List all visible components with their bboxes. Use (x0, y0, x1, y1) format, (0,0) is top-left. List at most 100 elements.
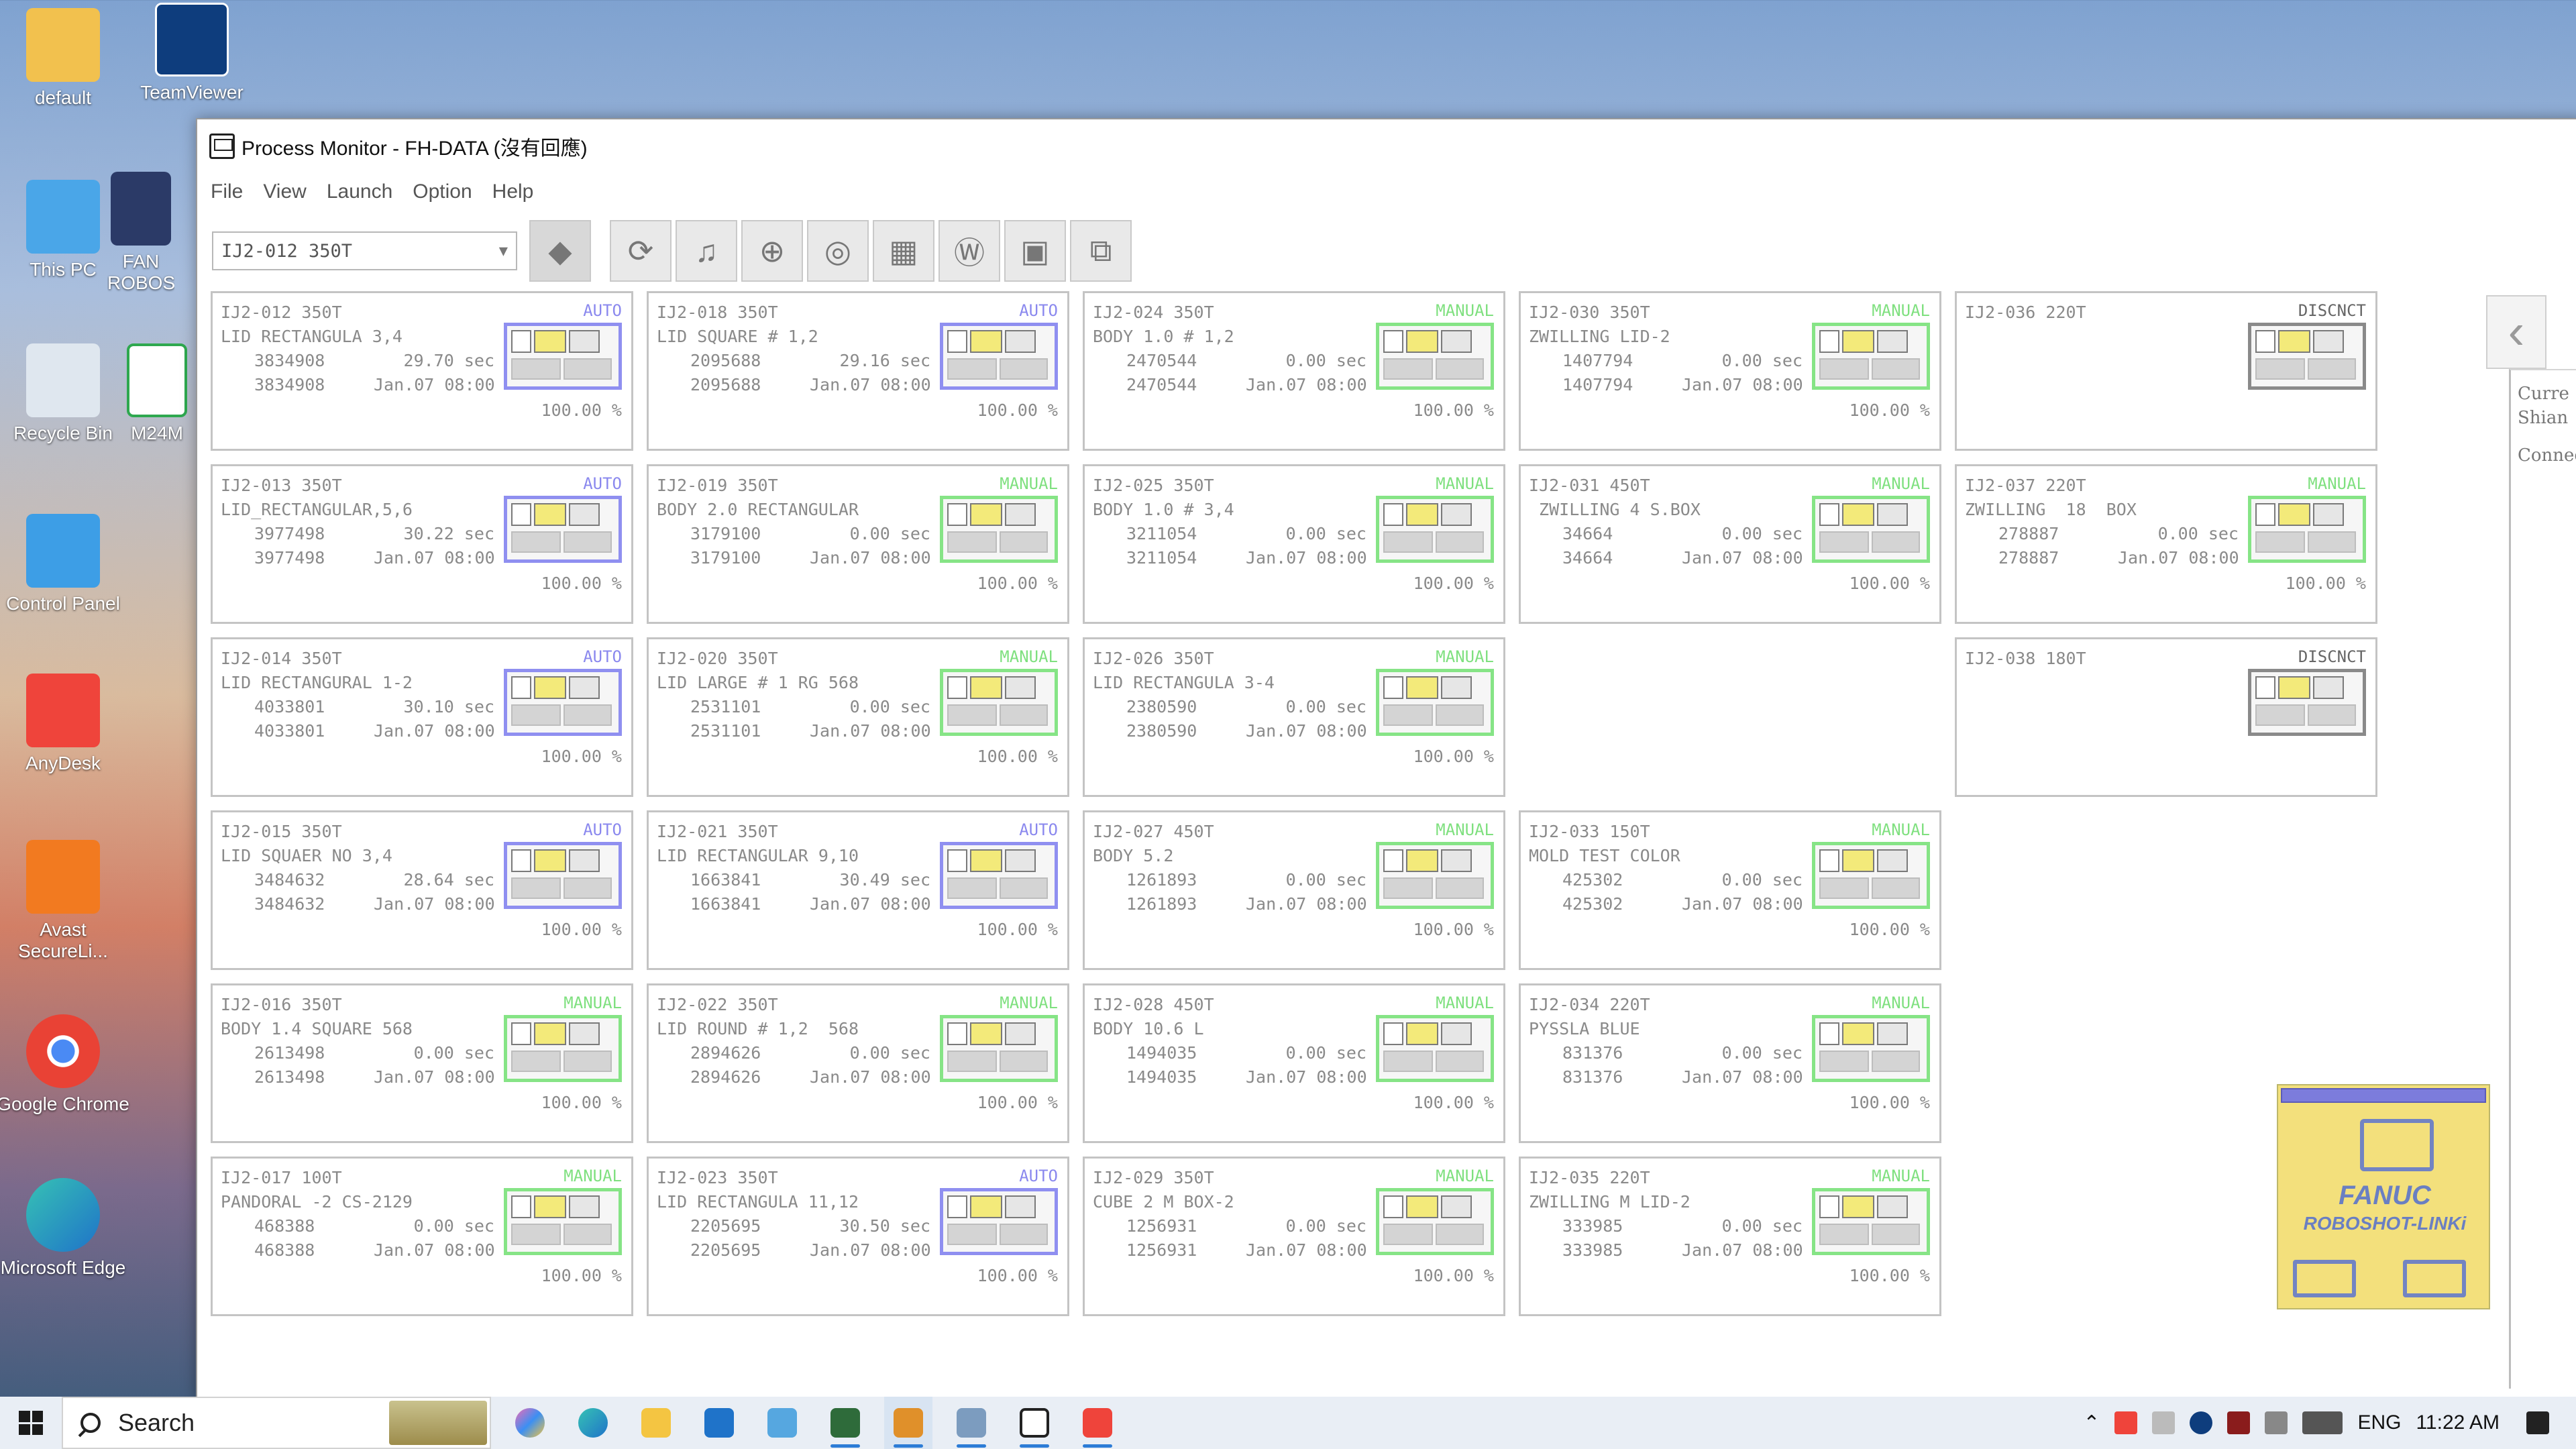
machine-panel[interactable]: IJ2-031 450T MANUAL ZWILLING 4 S.BOX 34664… (1519, 464, 1941, 624)
machine-panel[interactable]: IJ2-012 350T AUTO LID RECTANGULA 3,4 383490… (211, 291, 633, 451)
total-shot-count: 278887 (1998, 548, 2059, 568)
machine-panel[interactable]: IJ2-024 350T MANUAL BODY 1.0 # 1,2 2470544 0… (1083, 291, 1505, 451)
timestamp: Jan.07 08:00 (374, 375, 495, 394)
weight-button[interactable]: Ⓦ (938, 220, 1000, 282)
desktop-icon-chrome[interactable]: Google Chrome (0, 1014, 130, 1115)
taskbar-search[interactable]: Search (62, 1397, 491, 1449)
taskbar-mail[interactable] (695, 1397, 743, 1449)
network-icon: ⧉ (1089, 233, 1112, 268)
desktop-icon-control-panel[interactable]: Control Panel (0, 514, 130, 614)
keyboard-tray-icon[interactable] (2302, 1411, 2343, 1434)
machine-panel[interactable]: IJ2-026 350T MANUAL LID RECTANGULA 3-4 2380… (1083, 637, 1505, 797)
timestamp: Jan.07 08:00 (374, 721, 495, 741)
taskbar-file-explorer[interactable] (632, 1397, 680, 1449)
desktop-icon-avast[interactable]: Avast SecureLi... (0, 840, 130, 962)
menu-view[interactable]: View (263, 180, 306, 203)
network-button[interactable]: ⧉ (1070, 220, 1132, 282)
monitor-button[interactable]: ▣ (1004, 220, 1066, 282)
machine-panel[interactable]: IJ2-033 150T MANUAL MOLD TEST COLOR 425302 0… (1519, 810, 1941, 970)
machine-panel[interactable]: IJ2-027 450T MANUAL BODY 5.2 1261893 0.00 se… (1083, 810, 1505, 970)
language-indicator[interactable]: ENG (2357, 1411, 2401, 1434)
machine-id: IJ2-038 180T (1965, 649, 2086, 668)
machine-panel[interactable]: IJ2-016 350T MANUAL BODY 1.4 SQUARE 568 261… (211, 983, 633, 1143)
collapse-panel-button[interactable]: ‹ (2486, 295, 2546, 369)
taskbar-app-6[interactable] (821, 1397, 869, 1449)
machine-grid: IJ2-012 350T AUTO LID RECTANGULA 3,4 383490… (211, 291, 2411, 1338)
machine-panel[interactable]: IJ2-017 100T MANUAL PANDORAL -2 CS-2129 468… (211, 1157, 633, 1316)
machine-panel[interactable]: IJ2-015 350T AUTO LID SQUAER NO 3,4 3484632… (211, 810, 633, 970)
machine-panel[interactable]: IJ2-030 350T MANUAL ZWILLING LID-2 1407794 0… (1519, 291, 1941, 451)
trend-button[interactable]: ◎ (807, 220, 869, 282)
refresh-button[interactable]: ⟳ (610, 220, 672, 282)
machine-panel[interactable]: IJ2-029 350T MANUAL CUBE 2 M BOX-2 1256931 0… (1083, 1157, 1505, 1316)
machine-panel[interactable]: IJ2-028 450T MANUAL BODY 10.6 L 1494035 0.00… (1083, 983, 1505, 1143)
machine-panel[interactable]: IJ2-025 350T MANUAL BODY 1.0 # 3,4 3211054 0… (1083, 464, 1505, 624)
taskbar-anydesk[interactable] (1073, 1397, 1122, 1449)
part-name: ZWILLING M LID-2 (1529, 1192, 1690, 1212)
desktop-icon-m24m[interactable]: M24M (123, 343, 191, 444)
machine-panel[interactable]: IJ2-023 350T AUTO LID RECTANGULA 11,12 2205… (647, 1157, 1069, 1316)
teamviewer-tray-icon[interactable] (2190, 1411, 2213, 1434)
shot-count: 2894626 (690, 1043, 761, 1063)
timestamp: Jan.07 08:00 (810, 721, 931, 741)
machine-panel[interactable]: IJ2-019 350T MANUAL BODY 2.0 RECTANGULAR 31… (647, 464, 1069, 624)
machine-panel[interactable]: IJ2-035 220T MANUAL ZWILLING M LID-2 333985… (1519, 1157, 1941, 1316)
machine-select[interactable]: IJ2-012 350T ▼ (212, 231, 517, 270)
machine-panel[interactable]: IJ2-018 350T AUTO LID SQUARE # 1,2 2095688 2… (647, 291, 1069, 451)
title-bar[interactable]: Process Monitor - FH-DATA (沒有回應) (197, 119, 2576, 173)
machine-panel[interactable]: IJ2-036 220T DISCNCT (1955, 291, 2377, 451)
anydesk-tray-icon[interactable] (2114, 1411, 2138, 1434)
machine-panel[interactable]: IJ2-022 350T MANUAL LID ROUND # 1,2 568 289… (647, 983, 1069, 1143)
chevron-left-icon: ‹ (2508, 303, 2525, 359)
timestamp: Jan.07 08:00 (810, 894, 931, 914)
desktop-icon-edge[interactable]: Microsoft Edge (0, 1178, 130, 1279)
machine-panel[interactable]: IJ2-037 220T MANUAL ZWILLING 18 BOX 278887 0… (1955, 464, 2377, 624)
alarm-button[interactable]: ♫ (676, 220, 737, 282)
desktop-icon-anydesk[interactable]: AnyDesk (0, 674, 130, 774)
vmware-tray-icon[interactable] (2227, 1411, 2251, 1434)
desktop-icon-recycle-bin[interactable]: Recycle Bin (0, 343, 130, 444)
camera-tray-icon[interactable] (2152, 1411, 2176, 1434)
taskbar-app-8[interactable] (947, 1397, 996, 1449)
display-tray-icon[interactable] (2265, 1411, 2288, 1434)
menu-file[interactable]: File (211, 180, 243, 203)
machine-status-icon (504, 669, 622, 736)
cycle-time: 0.00 sec (849, 1043, 930, 1063)
desktop-icon-default[interactable]: default (0, 8, 130, 109)
chevron-up-icon[interactable]: ⌃ (2083, 1411, 2100, 1435)
navigate-updown-button[interactable]: ◆ (529, 220, 591, 282)
machine-panel[interactable]: IJ2-020 350T MANUAL LID LARGE # 1 RG 568 25… (647, 637, 1069, 797)
taskbar-copilot[interactable] (506, 1397, 554, 1449)
good-rate: 100.00 % (977, 920, 1058, 939)
start-button[interactable] (0, 1397, 62, 1449)
notification-icon[interactable] (2526, 1411, 2549, 1434)
menu-launch[interactable]: Launch (327, 180, 392, 203)
machine-panel[interactable]: IJ2-034 220T MANUAL PYSSLA BLUE 831376 0.00 … (1519, 983, 1941, 1143)
layout-button[interactable]: ▦ (873, 220, 934, 282)
desktop-icon-fanuc-roboshot[interactable]: FAN ROBOS (107, 172, 174, 294)
folder-icon (641, 1408, 671, 1438)
machine-panel[interactable]: IJ2-021 350T AUTO LID RECTANGULAR 9,10 1663… (647, 810, 1069, 970)
menu-help[interactable]: Help (492, 180, 534, 203)
part-name: BODY 5.2 (1093, 846, 1174, 865)
machine-panel[interactable]: IJ2-014 350T AUTO LID RECTANGURAL 1-2 40338… (211, 637, 633, 797)
taskbar-app-7[interactable] (884, 1397, 932, 1449)
machine-status: MANUAL (1872, 301, 1930, 320)
good-rate: 100.00 % (1413, 400, 1494, 420)
machine-status: AUTO (1019, 1167, 1058, 1185)
machine-panel[interactable]: IJ2-038 180T DISCNCT (1955, 637, 2377, 797)
desktop-icon-teamviewer[interactable]: TeamViewer (125, 3, 259, 103)
taskbar-edge[interactable] (569, 1397, 617, 1449)
clock[interactable]: 11:22 AM (2416, 1411, 2500, 1434)
timestamp: Jan.07 08:00 (1682, 1240, 1803, 1260)
zoom-button[interactable]: ⊕ (741, 220, 803, 282)
menu-option[interactable]: Option (413, 180, 472, 203)
part-name: BODY 2.0 RECTANGULAR (657, 500, 859, 519)
taskbar-process-monitor[interactable] (1010, 1397, 1059, 1449)
machine-status-icon (1376, 323, 1494, 390)
shot-count: 3834908 (254, 351, 325, 370)
shot-count: 3484632 (254, 870, 325, 890)
taskbar-app-5[interactable] (758, 1397, 806, 1449)
fanuc-roboshot-linki-widget[interactable]: FANUC ROBOSHOT-LINKi (2277, 1084, 2490, 1309)
machine-panel[interactable]: IJ2-013 350T AUTO LID_RECTANGULAR,5,6 39774… (211, 464, 633, 624)
